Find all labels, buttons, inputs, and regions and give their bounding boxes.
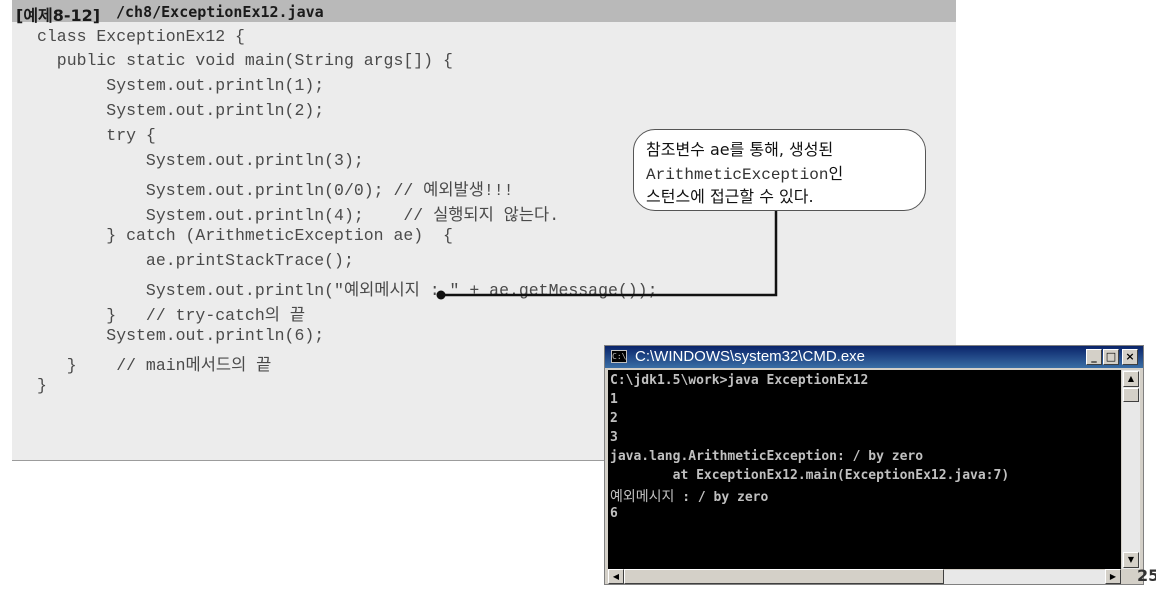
callout-code-term: ArithmeticException [646, 166, 829, 184]
console-line: 3 [610, 430, 618, 445]
callout-text-line: 참조변수 ae를 통해, 생성된 [646, 140, 834, 159]
console-output[interactable]: C:\jdk1.5\work>java ExceptionEx12 1 2 3 … [608, 370, 1121, 569]
scroll-left-icon[interactable]: ◀ [608, 569, 624, 584]
close-button[interactable]: × [1122, 349, 1138, 365]
console-line: 1 [610, 392, 618, 407]
console-message: : / by zero [674, 490, 769, 505]
callout-text-line: ArithmeticException인 [646, 160, 843, 184]
connector-line [441, 209, 778, 297]
console-line: java.lang.ArithmeticException: / by zero [610, 449, 924, 464]
maximize-button[interactable]: □ [1103, 349, 1119, 365]
scroll-right-icon[interactable]: ▶ [1105, 569, 1121, 584]
minimize-button[interactable]: _ [1086, 349, 1102, 365]
scroll-up-icon[interactable]: ▲ [1123, 371, 1139, 387]
vertical-scrollbar[interactable]: ▲ ▼ [1122, 370, 1140, 569]
console-line: at ExceptionEx12.main(ExceptionEx12.java… [610, 468, 1010, 483]
console-title: C:\WINDOWS\system32\CMD.exe [635, 348, 866, 365]
console-line: 예외메시지 : / by zero [610, 486, 768, 506]
console-window: C:\ C:\WINDOWS\system32\CMD.exe _ □ × C:… [604, 345, 1144, 585]
console-titlebar[interactable]: C:\ C:\WINDOWS\system32\CMD.exe _ □ × [605, 346, 1143, 368]
console-kr-text: 예외메시지 [610, 489, 675, 505]
horizontal-scrollbar[interactable]: ◀ ▶ [608, 569, 1121, 584]
cmd-icon: C:\ [611, 350, 627, 363]
vertical-scroll-thumb[interactable] [1123, 388, 1139, 402]
console-line: C:\jdk1.5\work>java ExceptionEx12 [610, 373, 869, 388]
page-number: 25 [1137, 566, 1156, 585]
console-line: 2 [610, 411, 618, 426]
console-line: 6 [610, 506, 618, 521]
callout-text-line: 스턴스에 접근할 수 있다. [646, 187, 814, 206]
horizontal-scroll-thumb[interactable] [624, 569, 944, 584]
callout-suffix: 인 [828, 164, 844, 183]
callout-bubble: 참조변수 ae를 통해, 생성된 ArithmeticException인 스턴… [633, 129, 926, 211]
